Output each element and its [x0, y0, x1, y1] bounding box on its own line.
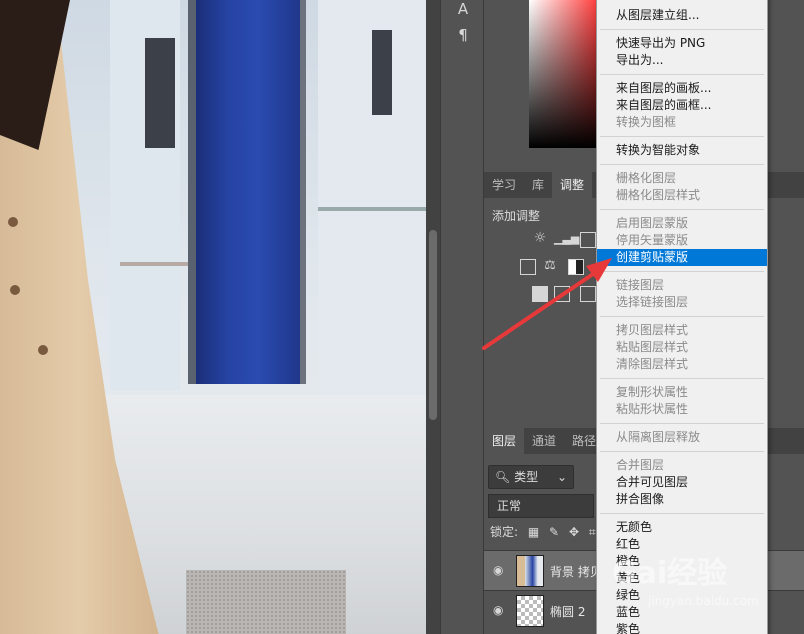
layer-thumbnail	[516, 595, 544, 627]
menu-separator	[600, 451, 764, 452]
menu-separator	[600, 74, 764, 75]
coat-button	[10, 285, 20, 295]
blue-door	[188, 0, 306, 384]
lock-brush-icon[interactable]: ✎	[549, 525, 559, 539]
lock-row: 锁定: ▦ ✎ ✥ ⌗	[490, 523, 596, 540]
type-icon[interactable]: A	[455, 0, 471, 18]
menu-separator	[600, 423, 764, 424]
visibility-eye-icon[interactable]: ◉	[493, 604, 505, 616]
lock-artboard-icon[interactable]: ⌗	[589, 525, 596, 539]
threshold-icon[interactable]	[580, 286, 596, 302]
photoshop-window: A ¶ 学习 库 调整 添加调整 ☼ ▁▃▅ ⚖ 图层 通道 路径 🔍︎ 类型 …	[0, 0, 804, 634]
menu-item[interactable]: 快速导出为 PNG	[597, 35, 767, 52]
layer-filter-select[interactable]: 🔍︎ 类型 ⌄	[488, 465, 574, 489]
watermark-text: Gai经验	[612, 556, 728, 591]
menu-item[interactable]: 拼合图像	[597, 491, 767, 508]
menu-item: 复制形状属性	[616, 385, 689, 399]
door-handle-left	[145, 38, 175, 148]
lock-move-icon[interactable]: ✥	[569, 525, 579, 539]
tab-channels[interactable]: 通道	[524, 428, 564, 454]
menu-item[interactable]: 合并可见图层	[597, 474, 767, 491]
menu-item[interactable]: 从图层建立组...	[597, 7, 767, 24]
menu-separator	[600, 271, 764, 272]
tab-learn[interactable]: 学习	[484, 172, 524, 198]
tab-layers[interactable]: 图层	[484, 428, 525, 454]
menu-separator	[600, 316, 764, 317]
menu-item: 停用矢量蒙版	[616, 233, 689, 247]
lock-label: 锁定:	[490, 525, 519, 539]
coat-button	[38, 345, 48, 355]
layer-thumbnail	[516, 555, 544, 587]
menu-item: 转换为图框	[616, 115, 677, 129]
layer-context-menu: 从图层建立组... 快速导出为 PNG 导出为... 来自图层的画板... 来自图层的画…	[596, 0, 768, 634]
menu-item: 从隔离图层释放	[616, 430, 701, 444]
menu-item: 栅格化图层样式	[616, 188, 701, 202]
menu-item[interactable]: 导出为...	[597, 52, 767, 69]
visibility-eye-icon[interactable]: ◉	[493, 564, 505, 576]
scroll-thumb[interactable]	[429, 230, 437, 420]
menu-item: 合并图层	[616, 458, 665, 472]
menu-separator	[600, 378, 764, 379]
menu-item: 粘贴形状属性	[616, 402, 689, 416]
search-icon: 🔍︎	[495, 470, 511, 484]
document-canvas[interactable]	[0, 0, 426, 634]
color-balance-icon[interactable]: ⚖	[542, 259, 558, 275]
menu-separator	[600, 29, 764, 30]
handrail-right	[318, 207, 426, 211]
menu-item: 启用图层蒙版	[616, 216, 689, 230]
black-white-icon[interactable]	[568, 259, 584, 275]
brightness-icon[interactable]: ☼	[532, 231, 548, 248]
floor-mat	[186, 570, 346, 634]
tab-adjustments[interactable]: 调整	[552, 172, 593, 198]
blend-mode-select[interactable]: 正常	[488, 494, 594, 518]
chevron-down-icon: ⌄	[556, 470, 567, 484]
add-adjustment-label: 添加调整	[492, 209, 541, 223]
menu-item: 链接图层	[616, 278, 665, 292]
menu-separator	[600, 209, 764, 210]
handrail	[120, 262, 188, 266]
menu-separator	[600, 513, 764, 514]
panel-toolstrip: A ¶	[440, 0, 484, 634]
vibrance-icon[interactable]	[520, 259, 536, 275]
menu-item: 栅格化图层	[616, 171, 677, 185]
layer-name: 椭圆 2	[550, 605, 586, 619]
levels-icon[interactable]: ▁▃▅	[554, 232, 579, 248]
menu-item[interactable]: 无颜色	[597, 519, 767, 536]
door-handle-far	[372, 30, 392, 115]
menu-item: 清除图层样式	[616, 357, 689, 371]
menu-item: 粘贴图层样式	[616, 340, 689, 354]
menu-item: 拷贝图层样式	[616, 323, 689, 337]
layer-name: 背景 拷贝	[550, 565, 602, 579]
tab-library[interactable]: 库	[524, 172, 552, 198]
coat-button	[8, 217, 18, 227]
menu-item[interactable]: 转换为智能对象	[597, 142, 767, 159]
invert-icon[interactable]	[532, 286, 548, 302]
menu-item-create-clipping-mask[interactable]: 创建剪贴蒙版	[597, 249, 767, 266]
watermark: Gai经验 jingyan.baidu.com	[612, 548, 792, 628]
layer-filter-label: 类型	[514, 470, 539, 484]
menu-item[interactable]: 来自图层的画框...	[597, 97, 767, 114]
canvas-scrollbar[interactable]	[426, 0, 440, 634]
watermark-url: jingyan.baidu.com	[648, 594, 759, 608]
lock-transparent-icon[interactable]: ▦	[528, 525, 539, 539]
menu-separator	[600, 164, 764, 165]
menu-separator	[600, 136, 764, 137]
paragraph-icon[interactable]: ¶	[455, 26, 471, 44]
menu-item: 选择链接图层	[616, 295, 689, 309]
posterize-icon[interactable]	[554, 286, 570, 302]
curves-icon[interactable]	[580, 232, 596, 248]
menu-item[interactable]: 来自图层的画板...	[597, 80, 767, 97]
